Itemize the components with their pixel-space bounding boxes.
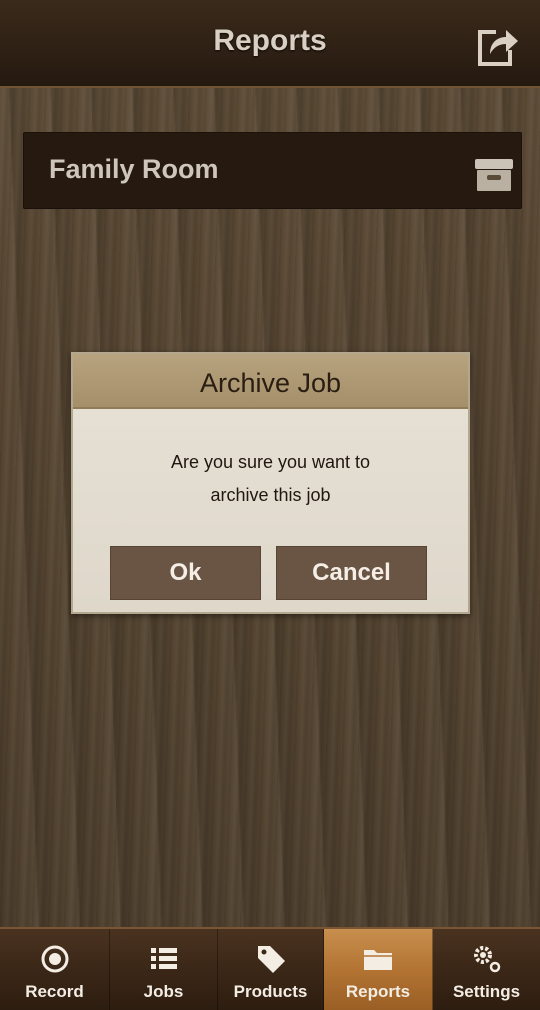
archive-box-icon[interactable] bbox=[472, 157, 516, 193]
list-icon bbox=[150, 948, 177, 969]
tab-jobs[interactable]: Jobs bbox=[110, 929, 218, 1010]
archive-dialog: Archive Job Are you sure you want to arc… bbox=[71, 352, 470, 614]
tab-settings[interactable]: Settings bbox=[433, 929, 540, 1010]
tab-products-label: Products bbox=[233, 982, 308, 1001]
job-name: Family Room bbox=[49, 154, 219, 184]
dialog-message-line-1: Are you sure you want to bbox=[170, 452, 371, 472]
share-export-icon[interactable] bbox=[474, 24, 520, 68]
tab-bar: Record Jobs Products Reports Settings bbox=[0, 927, 540, 1010]
tab-record-label: Record bbox=[25, 982, 84, 1001]
top-bar: Reports bbox=[0, 0, 540, 88]
tag-icon bbox=[257, 946, 285, 973]
dialog-title: Archive Job bbox=[199, 368, 342, 398]
tab-reports-label: Reports bbox=[345, 982, 411, 1001]
folder-icon bbox=[364, 950, 392, 970]
page-title: Reports bbox=[213, 24, 327, 57]
ok-button[interactable]: Ok bbox=[110, 546, 261, 600]
tab-settings-label: Settings bbox=[452, 982, 521, 1001]
dialog-header: Archive Job bbox=[73, 354, 468, 409]
dialog-message-line-2: archive this job bbox=[210, 485, 331, 505]
cancel-button[interactable]: Cancel bbox=[276, 546, 427, 600]
tab-reports[interactable]: Reports bbox=[324, 929, 433, 1010]
dialog-message: Are you sure you want to archive this jo… bbox=[93, 446, 448, 512]
gears-icon bbox=[473, 946, 500, 973]
tab-record[interactable]: Record bbox=[0, 929, 110, 1010]
record-icon bbox=[41, 945, 68, 973]
tab-products[interactable]: Products bbox=[218, 929, 324, 1010]
job-row[interactable]: Family Room bbox=[23, 132, 522, 209]
tab-jobs-label: Jobs bbox=[143, 982, 184, 1001]
